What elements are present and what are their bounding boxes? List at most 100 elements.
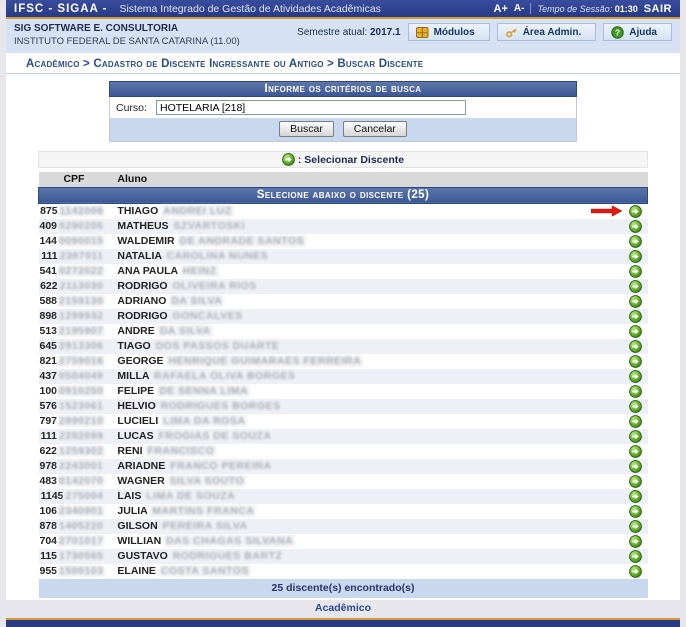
- student-first-name: WALDEMIR: [117, 235, 174, 247]
- table-row: 7972890210 LUCIELI LIMA DA ROSA: [39, 414, 648, 429]
- footer-academico-link[interactable]: Acadêmico: [315, 602, 371, 614]
- aluno-cell: HELVIO RODRIGUES BORGES: [109, 399, 589, 414]
- cpf-visible-digits: 541: [40, 265, 58, 277]
- search-box-footer: Buscar Cancelar: [109, 118, 577, 142]
- select-discente-button[interactable]: [629, 520, 642, 533]
- action-cell: [590, 264, 648, 279]
- table-row: 6222113030 RODRIGO OLIVEIRA RIOS: [39, 279, 648, 294]
- cpf-cell: 1000910250: [39, 384, 110, 399]
- action-cell: [590, 489, 648, 504]
- modules-button[interactable]: Módulos: [408, 23, 490, 41]
- student-surname-redacted: SZVARTOSKI: [171, 220, 247, 232]
- action-cell: [590, 203, 648, 219]
- cpf-cell: 5410272022: [39, 264, 110, 279]
- student-surname-redacted: MARTINS FRANCA: [150, 505, 256, 517]
- select-discente-button[interactable]: [629, 205, 642, 218]
- select-discente-button[interactable]: [629, 385, 642, 398]
- cpf-redacted-digits: 2340901: [57, 505, 105, 517]
- cpf-cell: 9551500103: [39, 564, 110, 579]
- cpf-redacted-digits: 1142006: [58, 205, 106, 217]
- select-discente-button[interactable]: [629, 400, 642, 413]
- cpf-cell: 4830142070: [39, 474, 110, 489]
- select-discente-button[interactable]: [629, 370, 642, 383]
- search-button[interactable]: Buscar: [279, 121, 334, 137]
- select-discente-button[interactable]: [629, 415, 642, 428]
- course-input[interactable]: [156, 100, 466, 115]
- select-discente-button[interactable]: [629, 430, 642, 443]
- select-discente-button[interactable]: [629, 475, 642, 488]
- table-footer-count: 25 discente(s) encontrado(s): [39, 579, 648, 598]
- select-discente-button[interactable]: [629, 280, 642, 293]
- student-surname-redacted: ANDREI LUZ: [161, 205, 234, 217]
- logout-button[interactable]: SAIR: [644, 3, 672, 15]
- titlebar-divider: [530, 3, 531, 14]
- action-cell: [590, 339, 648, 354]
- select-discente-button[interactable]: [629, 445, 642, 458]
- action-cell: [590, 414, 648, 429]
- table-row: 8781405220 GILSON PEREIRA SILVA: [39, 519, 648, 534]
- cpf-cell: 4090290205: [39, 219, 110, 234]
- table-row: 1145275004 LAIS LIMA DE SOUZA: [39, 489, 648, 504]
- student-surname-redacted: HENRIQUE GUIMARAES FERREIRA: [166, 355, 363, 367]
- table-row: 1151730565 GUSTAVO RODRIGUES BARTZ: [39, 549, 648, 564]
- student-surname-redacted: DE ANDRADE SANTOS: [178, 235, 307, 247]
- student-surname-redacted: DAS CHAGAS SILVANA: [164, 535, 295, 547]
- cpf-visible-digits: 111: [41, 250, 57, 262]
- font-decrease-button[interactable]: A-: [514, 3, 525, 14]
- student-surname-redacted: RODRIGUES BARTZ: [171, 550, 285, 562]
- svg-text:?: ?: [615, 27, 620, 37]
- select-discente-button[interactable]: [629, 565, 642, 578]
- unit-name: SIG SOFTWARE E. CONSULTORIA: [14, 22, 240, 35]
- select-discente-button[interactable]: [629, 265, 642, 278]
- discente-table: Selecione abaixo o discente (25) CPF Alu…: [38, 172, 648, 598]
- aluno-cell: TIAGO DOS PASSOS DUARTE: [109, 339, 589, 354]
- aluno-cell: MATHEUS SZVARTOSKI: [109, 219, 589, 234]
- cancel-button[interactable]: Cancelar: [343, 121, 407, 137]
- sub-header: SIG SOFTWARE E. CONSULTORIA INSTITUTO FE…: [6, 19, 680, 53]
- font-increase-button[interactable]: A+: [494, 3, 508, 15]
- select-discente-button[interactable]: [629, 220, 642, 233]
- action-cell: [590, 474, 648, 489]
- select-discente-button[interactable]: [629, 310, 642, 323]
- select-discente-button[interactable]: [629, 295, 642, 308]
- student-surname-redacted: DOS PASSOS DUARTE: [154, 340, 282, 352]
- cpf-redacted-digits: 0910250: [57, 385, 105, 397]
- select-discente-button[interactable]: [629, 505, 642, 518]
- select-discente-button[interactable]: [629, 535, 642, 548]
- aluno-cell: RENI FRANCISCO: [109, 444, 589, 459]
- student-first-name: GILSON: [117, 520, 157, 532]
- action-cell: [590, 219, 648, 234]
- aluno-cell: LUCAS FROGIAS DE SOUZA: [109, 429, 589, 444]
- cpf-redacted-digits: 1259302: [57, 445, 105, 457]
- cpf-cell: 1062340901: [39, 504, 110, 519]
- aluno-cell: WILLIAN DAS CHAGAS SILVANA: [109, 534, 589, 549]
- table-row: 8981299932 RODRIGO GONCALVES: [39, 309, 648, 324]
- cpf-visible-digits: 115: [40, 550, 57, 562]
- help-button[interactable]: ? Ajuda: [603, 23, 672, 41]
- cpf-cell: 8212759016: [39, 354, 110, 369]
- aluno-cell: RODRIGO GONCALVES: [109, 309, 589, 324]
- cpf-cell: 8981299932: [39, 309, 110, 324]
- select-discente-button[interactable]: [629, 235, 642, 248]
- sigaa-page: IFSC - SIGAA - Sistema Integrado de Gest…: [6, 0, 680, 600]
- cpf-redacted-digits: 2113030: [58, 280, 106, 292]
- action-cell: [590, 564, 648, 579]
- cpf-visible-digits: 955: [40, 565, 58, 577]
- admin-area-button[interactable]: Área Admin.: [497, 23, 597, 41]
- action-cell: [590, 279, 648, 294]
- student-first-name: TIAGO: [117, 340, 150, 352]
- cpf-redacted-digits: 1299932: [57, 310, 105, 322]
- cpf-visible-digits: 106: [40, 505, 58, 517]
- student-surname-redacted: SILVA SOUTO: [168, 475, 247, 487]
- aluno-cell: RODRIGO OLIVEIRA RIOS: [109, 279, 589, 294]
- select-discente-button[interactable]: [629, 550, 642, 563]
- legend: : Selecionar Discente: [38, 151, 648, 168]
- select-discente-button[interactable]: [629, 355, 642, 368]
- select-discente-button[interactable]: [629, 340, 642, 353]
- select-discente-button[interactable]: [629, 490, 642, 503]
- table-header-row: CPF Aluno: [39, 172, 648, 187]
- select-discente-button[interactable]: [629, 460, 642, 473]
- select-discente-button[interactable]: [629, 325, 642, 338]
- table-row: 5132195907 ANDRE DA SILVA: [39, 324, 648, 339]
- select-discente-button[interactable]: [629, 250, 642, 263]
